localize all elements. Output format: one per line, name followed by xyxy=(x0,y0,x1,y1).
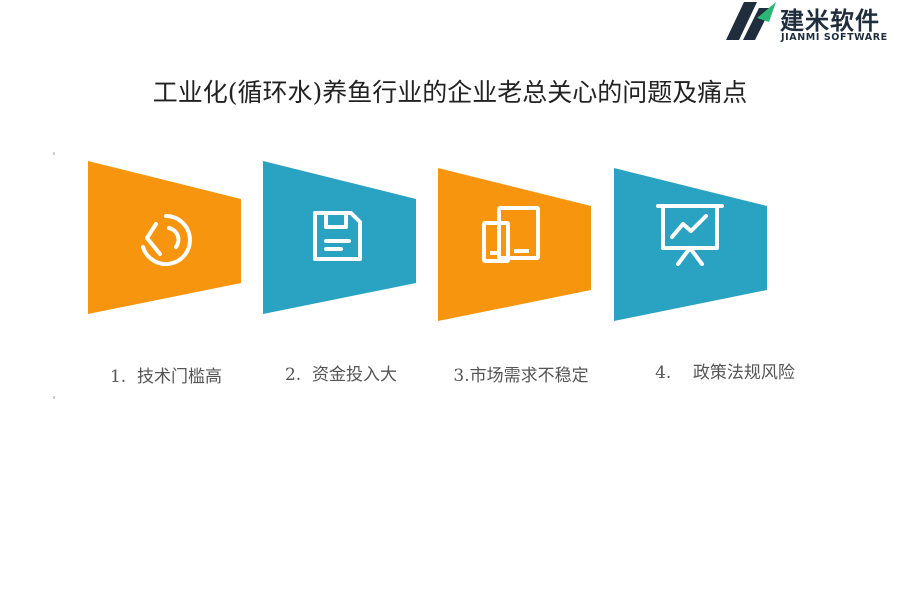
panel-shape xyxy=(88,161,241,314)
item-label-3: 3.市场需求不稳定 xyxy=(453,366,589,386)
item-label-4: 4. 政策法规风险 xyxy=(655,363,795,383)
panel-shape xyxy=(438,168,591,321)
item-panel-2 xyxy=(263,161,419,317)
brand-logo: 建米软件 JIANMI SOFTWARE xyxy=(724,0,900,46)
divider-mark xyxy=(53,396,55,399)
panel-shape xyxy=(614,168,767,321)
logo-name-cn: 建米软件 xyxy=(780,7,880,35)
panel-shape xyxy=(263,161,416,314)
page-title: 工业化(循环水)养鱼行业的企业老总关心的问题及痛点 xyxy=(152,78,748,107)
item-panel-1 xyxy=(88,161,244,317)
item-panel-4 xyxy=(614,168,770,324)
logo-mark-icon xyxy=(726,2,776,40)
item-label-1: 1. 技术门槛高 xyxy=(109,367,223,387)
item-panel-3 xyxy=(438,168,594,324)
item-label-2: 2. 资金投入大 xyxy=(284,365,398,385)
divider-mark xyxy=(53,152,55,155)
logo-name-en: JIANMI SOFTWARE xyxy=(781,32,888,43)
